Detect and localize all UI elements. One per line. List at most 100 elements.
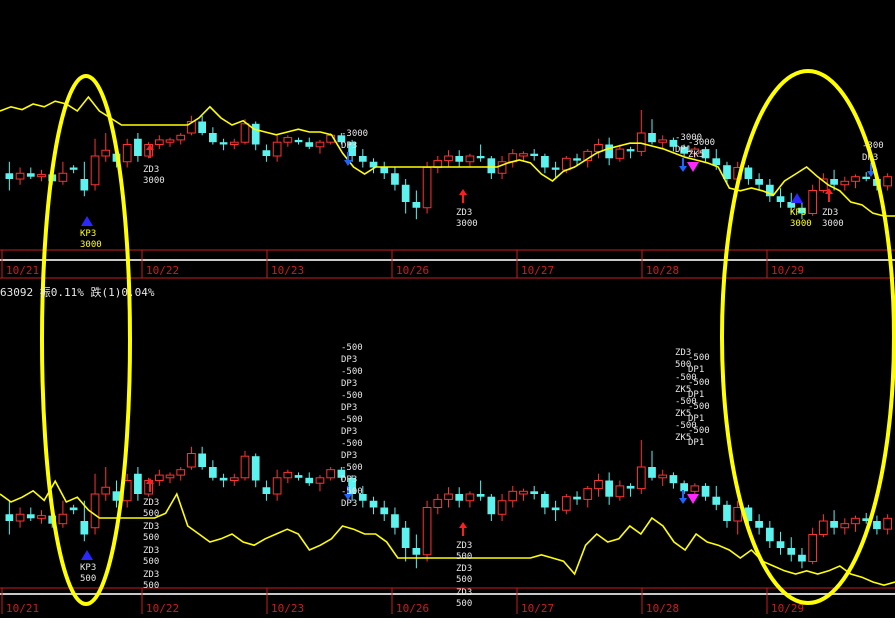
candle-body-up[interactable] — [229, 141, 239, 145]
candle-body-up[interactable] — [240, 455, 250, 479]
candle-body-down[interactable] — [262, 487, 271, 494]
candle-body-down[interactable] — [530, 491, 539, 494]
candle-body-down[interactable] — [401, 184, 410, 202]
candle-body-down[interactable] — [680, 483, 688, 492]
candle-body-up[interactable] — [561, 157, 571, 171]
candle-body-up[interactable] — [733, 507, 743, 522]
candle-body-down[interactable] — [198, 453, 207, 468]
candle-body-down[interactable] — [648, 133, 656, 143]
candle-body-up[interactable] — [808, 534, 818, 562]
candle-body-up[interactable] — [101, 149, 111, 157]
candle-body-up[interactable] — [851, 517, 860, 525]
candle-body-up[interactable] — [658, 139, 668, 143]
candle-body-up[interactable] — [154, 139, 164, 145]
candle-body-up[interactable] — [819, 520, 828, 535]
candle-body-down[interactable] — [755, 521, 763, 528]
candle-body-down[interactable] — [412, 202, 421, 208]
candle-body-up[interactable] — [433, 498, 443, 508]
candle-body-down[interactable] — [134, 138, 142, 156]
candle-body-down[interactable] — [391, 173, 399, 185]
candle-body-down[interactable] — [209, 133, 217, 143]
candle-body-up[interactable] — [176, 134, 186, 141]
candle-body-up[interactable] — [165, 474, 175, 479]
candle-body-down[interactable] — [305, 142, 314, 147]
candle-body-down[interactable] — [830, 179, 838, 185]
candle-body-up[interactable] — [808, 190, 818, 214]
candle-body-down[interactable] — [605, 144, 614, 159]
candle-body-up[interactable] — [422, 167, 432, 209]
candle-body-down[interactable] — [262, 150, 271, 156]
candle-body-up[interactable] — [519, 153, 528, 157]
candle-body-down[interactable] — [412, 548, 421, 555]
candle-body-down[interactable] — [219, 477, 228, 481]
candle-body-down[interactable] — [744, 167, 753, 180]
candle-body-down[interactable] — [209, 467, 217, 478]
candle-body-up[interactable] — [165, 139, 175, 143]
candle-body-down[interactable] — [5, 173, 14, 179]
candle-body-up[interactable] — [444, 493, 453, 500]
candle-body-down[interactable] — [755, 179, 763, 185]
candle-body-up[interactable] — [636, 466, 646, 490]
candle-body-up[interactable] — [122, 144, 132, 163]
candle-body-up[interactable] — [240, 123, 250, 143]
candle-body-down[interactable] — [487, 496, 496, 515]
candle-body-down[interactable] — [830, 521, 838, 528]
candle-body-up[interactable] — [58, 513, 68, 525]
candle-body-down[interactable] — [541, 156, 549, 168]
candle-body-up[interactable] — [37, 173, 46, 178]
candle-body-up[interactable] — [508, 490, 518, 502]
candle-body-up[interactable] — [283, 471, 293, 479]
candle-body-up[interactable] — [594, 480, 603, 490]
candle-body-down[interactable] — [530, 153, 539, 156]
candle-body-down[interactable] — [358, 156, 367, 162]
candle-body-down[interactable] — [26, 173, 35, 177]
candle-body-up[interactable] — [15, 172, 25, 180]
candle-body-up[interactable] — [422, 507, 432, 556]
candle-body-up[interactable] — [90, 155, 100, 186]
candle-body-down[interactable] — [605, 480, 614, 497]
candle-body-up[interactable] — [615, 148, 625, 159]
candle-body-up[interactable] — [840, 180, 850, 186]
candle-body-up[interactable] — [690, 485, 700, 492]
candle-body-down[interactable] — [380, 167, 389, 174]
candle-body-down[interactable] — [648, 467, 656, 478]
candle-body-down[interactable] — [391, 514, 399, 528]
candle-body-down[interactable] — [69, 167, 78, 170]
candle-body-up[interactable] — [315, 141, 325, 148]
candle-body-up[interactable] — [187, 453, 196, 468]
candle-body-up[interactable] — [636, 132, 646, 152]
candle-body-down[interactable] — [5, 514, 14, 521]
candle-body-down[interactable] — [626, 149, 635, 152]
candle-body-up[interactable] — [658, 474, 668, 479]
candle-body-down[interactable] — [712, 496, 721, 505]
candle-body-up[interactable] — [326, 469, 336, 479]
candle-body-down[interactable] — [712, 158, 721, 166]
candle-body-down[interactable] — [573, 496, 581, 500]
candle-body-up[interactable] — [272, 477, 282, 495]
candle-body-up[interactable] — [37, 515, 46, 519]
candle-body-up[interactable] — [883, 176, 893, 187]
candle-body-up[interactable] — [615, 485, 625, 498]
candle-body-down[interactable] — [294, 139, 303, 143]
candle-body-up[interactable] — [840, 523, 850, 529]
candle-body-down[interactable] — [294, 475, 303, 478]
candle-body-down[interactable] — [776, 541, 785, 548]
candle-body-down[interactable] — [798, 554, 806, 562]
candlestick-chart[interactable]: 10/21 10/22 10/23 10/26 10/27 10/28 10/29 10/21… — [0, 0, 895, 617]
candle-body-down[interactable] — [765, 527, 774, 542]
candle-body-up[interactable] — [465, 155, 475, 163]
candle-body-up[interactable] — [229, 477, 239, 481]
candle-body-down[interactable] — [251, 456, 260, 481]
candle-body-up[interactable] — [497, 500, 507, 515]
candle-body-up[interactable] — [154, 474, 164, 482]
candle-body-down[interactable] — [369, 500, 378, 508]
candle-body-down[interactable] — [476, 156, 485, 159]
candle-body-down[interactable] — [251, 123, 260, 145]
candle-body-up[interactable] — [583, 488, 593, 500]
candle-body-up[interactable] — [851, 176, 860, 182]
candle-body-down[interactable] — [862, 176, 871, 179]
candle-body-down[interactable] — [873, 521, 881, 530]
candle-body-down[interactable] — [455, 494, 464, 501]
candle-body-up[interactable] — [90, 493, 100, 529]
candle-body-up[interactable] — [315, 477, 325, 484]
